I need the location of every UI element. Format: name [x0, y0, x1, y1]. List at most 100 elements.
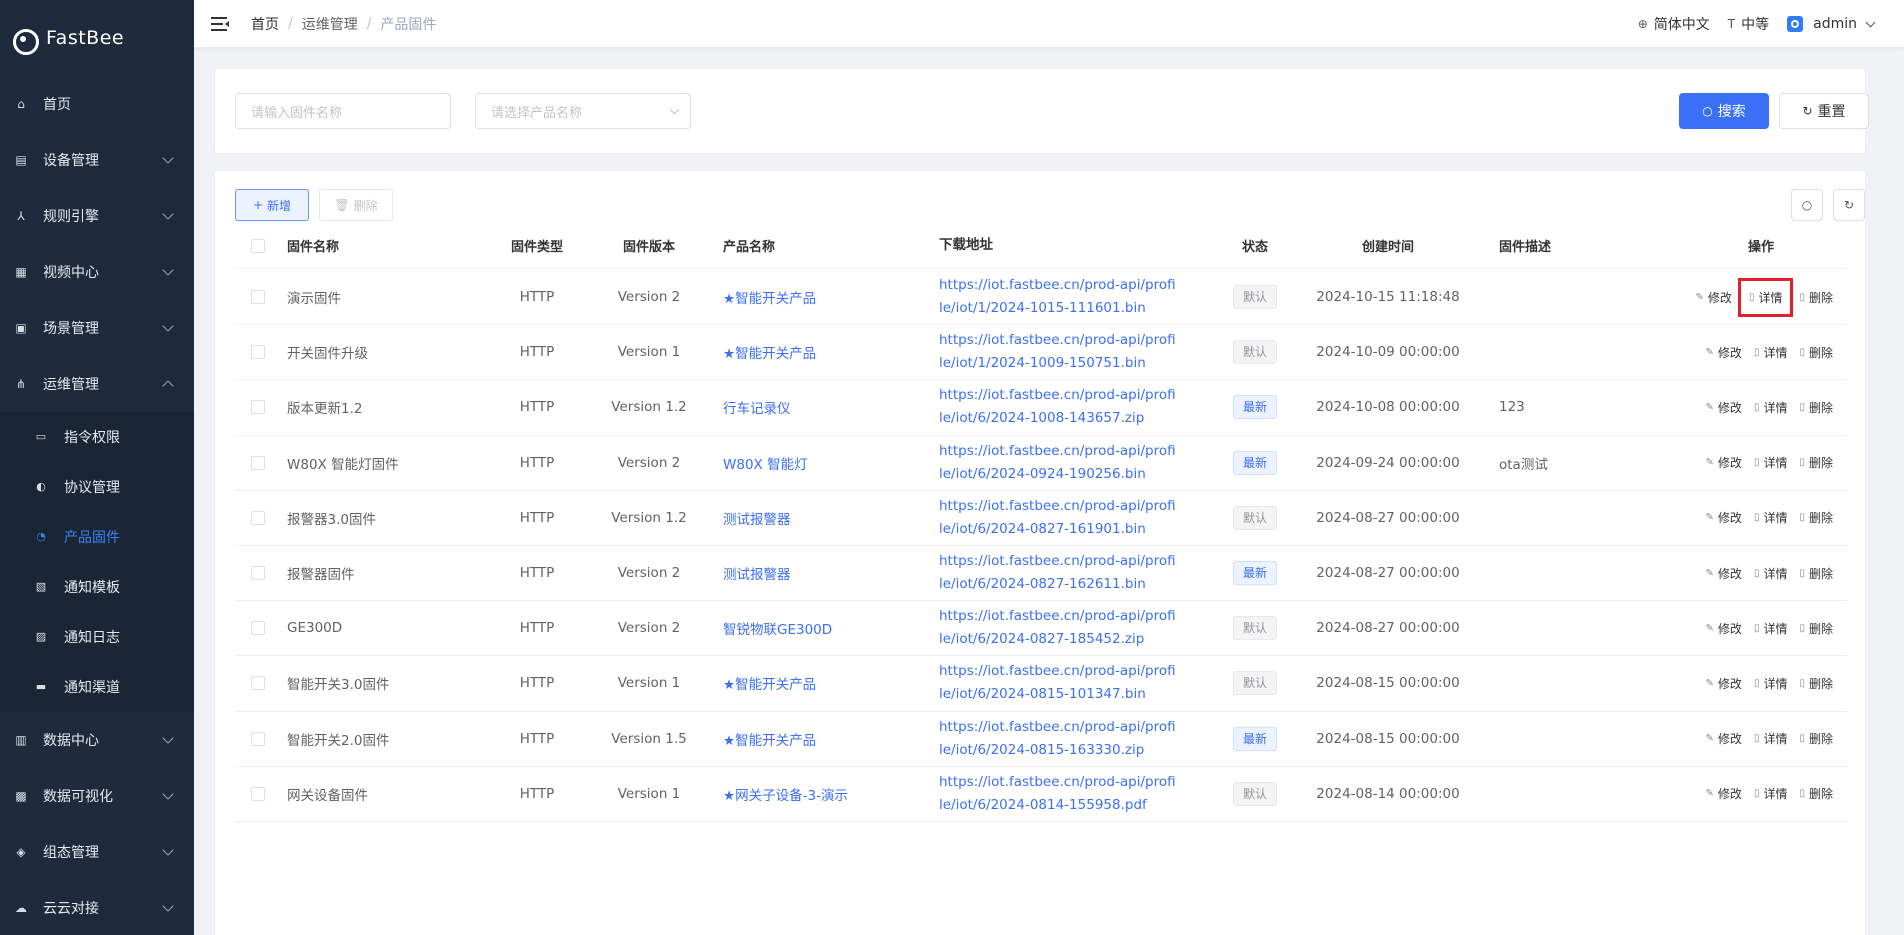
product-link[interactable]: 行车记录仪: [723, 380, 923, 434]
row-checkbox[interactable]: [251, 270, 265, 324]
edit-button[interactable]: ✎ 修改: [1706, 509, 1742, 526]
col-create-time: 创建时间: [1361, 240, 1414, 255]
delete-button[interactable]: ▯ 删除: [1799, 399, 1833, 416]
sidebar-item-device[interactable]: ▤ 设备管理: [0, 132, 194, 188]
row-checkbox[interactable]: [251, 325, 265, 379]
sidebar-item-command[interactable]: ▭ 指令权限: [0, 412, 194, 462]
sidebar-item-rule[interactable]: ⅄ 规则引擎: [0, 188, 194, 244]
sidebar-item-data[interactable]: ▥ 数据中心: [0, 712, 194, 768]
size-switch[interactable]: T 中等: [1728, 14, 1769, 34]
search-button[interactable]: ○ 搜索: [1679, 93, 1769, 129]
download-url-link[interactable]: https://iot.fastbee.cn/prod-api/profile/…: [939, 436, 1179, 490]
add-button[interactable]: + 新增: [235, 189, 309, 221]
download-url-link[interactable]: https://iot.fastbee.cn/prod-api/profile/…: [939, 656, 1179, 710]
edit-button[interactable]: ✎ 修改: [1706, 454, 1742, 471]
sidebar-item-scene[interactable]: ▣ 场景管理: [0, 300, 194, 356]
download-url-link[interactable]: https://iot.fastbee.cn/prod-api/profile/…: [939, 325, 1179, 379]
menu-toggle-icon[interactable]: [211, 16, 229, 31]
product-link[interactable]: ★智能开关产品: [723, 270, 923, 324]
table-row: 演示固件 HTTP Version 2 ★智能开关产品 https://iot.fast…: [235, 270, 1847, 326]
row-checkbox[interactable]: [251, 491, 265, 545]
product-link[interactable]: ★网关子设备-3-演示: [723, 767, 923, 821]
row-checkbox[interactable]: [251, 767, 265, 821]
edit-button[interactable]: ✎ 修改: [1706, 565, 1742, 582]
download-url-link[interactable]: https://iot.fastbee.cn/prod-api/profile/…: [939, 767, 1179, 821]
detail-button[interactable]: ▯ 详情: [1754, 730, 1788, 747]
product-link[interactable]: W80X 智能灯: [723, 436, 923, 490]
detail-button[interactable]: ▯ 详情: [1754, 399, 1788, 416]
edit-button[interactable]: ✎ 修改: [1706, 344, 1742, 361]
sidebar-item-firmware[interactable]: ◔ 产品固件: [0, 512, 194, 562]
delete-button[interactable]: ▯ 删除: [1799, 730, 1833, 747]
detail-button[interactable]: ▯ 详情: [1754, 454, 1788, 471]
template-icon: ▧: [35, 580, 47, 593]
delete-button[interactable]: ▯ 删除: [1799, 454, 1833, 471]
edit-button[interactable]: ✎ 修改: [1696, 289, 1732, 306]
sidebar-item-log[interactable]: ▨ 通知日志: [0, 612, 194, 662]
sidebar-item-template[interactable]: ▧ 通知模板: [0, 562, 194, 612]
product-link[interactable]: ★智能开关产品: [723, 712, 923, 766]
document-icon: ▯: [1753, 677, 1760, 689]
download-url-link[interactable]: https://iot.fastbee.cn/prod-api/profile/…: [939, 546, 1179, 600]
product-link[interactable]: 智锐物联GE300D: [723, 601, 923, 655]
refresh-table-button[interactable]: ↻: [1833, 189, 1865, 221]
delete-button[interactable]: ▯ 删除: [1799, 344, 1833, 361]
delete-button[interactable]: ▯ 删除: [1799, 785, 1833, 802]
sidebar-item-home[interactable]: ⌂ 首页: [0, 76, 194, 132]
breadcrumb-ops[interactable]: 运维管理: [302, 14, 358, 34]
product-link[interactable]: 测试报警器: [723, 546, 923, 600]
visual-icon: ▩: [15, 789, 27, 803]
detail-button[interactable]: ▯ 详情: [1754, 785, 1788, 802]
trash-icon: ▯: [1799, 733, 1805, 745]
download-url-link[interactable]: https://iot.fastbee.cn/prod-api/profile/…: [939, 380, 1179, 434]
product-link[interactable]: 测试报警器: [723, 491, 923, 545]
detail-button[interactable]: ▯ 详情: [1754, 509, 1788, 526]
row-checkbox[interactable]: [251, 546, 265, 600]
delete-button[interactable]: ▯ 删除: [1799, 620, 1833, 637]
batch-delete-button[interactable]: 🗑 删除: [319, 189, 393, 221]
breadcrumb-home[interactable]: 首页: [251, 14, 279, 34]
sidebar-item-config[interactable]: ◈ 组态管理: [0, 824, 194, 880]
select-all-checkbox[interactable]: [251, 223, 265, 268]
document-icon: ▯: [1753, 457, 1760, 469]
edit-button[interactable]: ✎ 修改: [1706, 675, 1742, 692]
reset-button[interactable]: ↻ 重置: [1779, 93, 1869, 129]
detail-button[interactable]: ▯ 详情: [1754, 675, 1788, 692]
row-checkbox[interactable]: [251, 656, 265, 710]
product-link[interactable]: ★智能开关产品: [723, 656, 923, 710]
delete-button[interactable]: ▯ 删除: [1799, 675, 1833, 692]
edit-button[interactable]: ✎ 修改: [1706, 399, 1742, 416]
toggle-search-button[interactable]: ○: [1791, 189, 1823, 221]
sidebar-item-video[interactable]: ▦ 视频中心: [0, 244, 194, 300]
language-switch[interactable]: ⊕ 简体中文: [1638, 14, 1710, 34]
sidebar-item-cloud[interactable]: ☁ 云云对接: [0, 880, 194, 935]
sidebar-item-channel[interactable]: ▬ 通知渠道: [0, 662, 194, 712]
edit-button[interactable]: ✎ 修改: [1706, 785, 1742, 802]
firmware-name-input[interactable]: 请输入固件名称: [235, 93, 451, 129]
delete-button[interactable]: ▯ 删除: [1799, 565, 1833, 582]
sidebar-item-ops[interactable]: ⋔ 运维管理: [0, 356, 194, 412]
product-select[interactable]: 请选择产品名称: [475, 93, 691, 129]
download-url-link[interactable]: https://iot.fastbee.cn/prod-api/profile/…: [939, 491, 1179, 545]
edit-button[interactable]: ✎ 修改: [1706, 620, 1742, 637]
logo[interactable]: FastBee: [0, 0, 194, 76]
download-url-link[interactable]: https://iot.fastbee.cn/prod-api/profile/…: [939, 712, 1179, 766]
delete-button[interactable]: ▯ 删除: [1799, 289, 1833, 306]
sidebar-item-visual[interactable]: ▩ 数据可视化: [0, 768, 194, 824]
row-checkbox[interactable]: [251, 380, 265, 434]
row-checkbox[interactable]: [251, 601, 265, 655]
detail-button[interactable]: ▯ 详情: [1754, 344, 1788, 361]
detail-button[interactable]: ▯ 详情: [1754, 620, 1788, 637]
row-checkbox[interactable]: [251, 436, 265, 490]
row-checkbox[interactable]: [251, 712, 265, 766]
delete-button[interactable]: ▯ 删除: [1799, 509, 1833, 526]
download-url-link[interactable]: https://iot.fastbee.cn/prod-api/profile/…: [939, 601, 1179, 655]
col-firmware-version: 固件版本: [622, 240, 675, 255]
sidebar-item-protocol[interactable]: ◐ 协议管理: [0, 462, 194, 512]
user-menu[interactable]: admin: [1787, 16, 1876, 32]
detail-button[interactable]: ▯ 详情: [1754, 565, 1788, 582]
detail-button[interactable]: ▯ 详情: [1737, 277, 1794, 317]
download-url-link[interactable]: https://iot.fastbee.cn/prod-api/profile/…: [939, 270, 1179, 324]
product-link[interactable]: ★智能开关产品: [723, 325, 923, 379]
edit-button[interactable]: ✎ 修改: [1706, 730, 1742, 747]
